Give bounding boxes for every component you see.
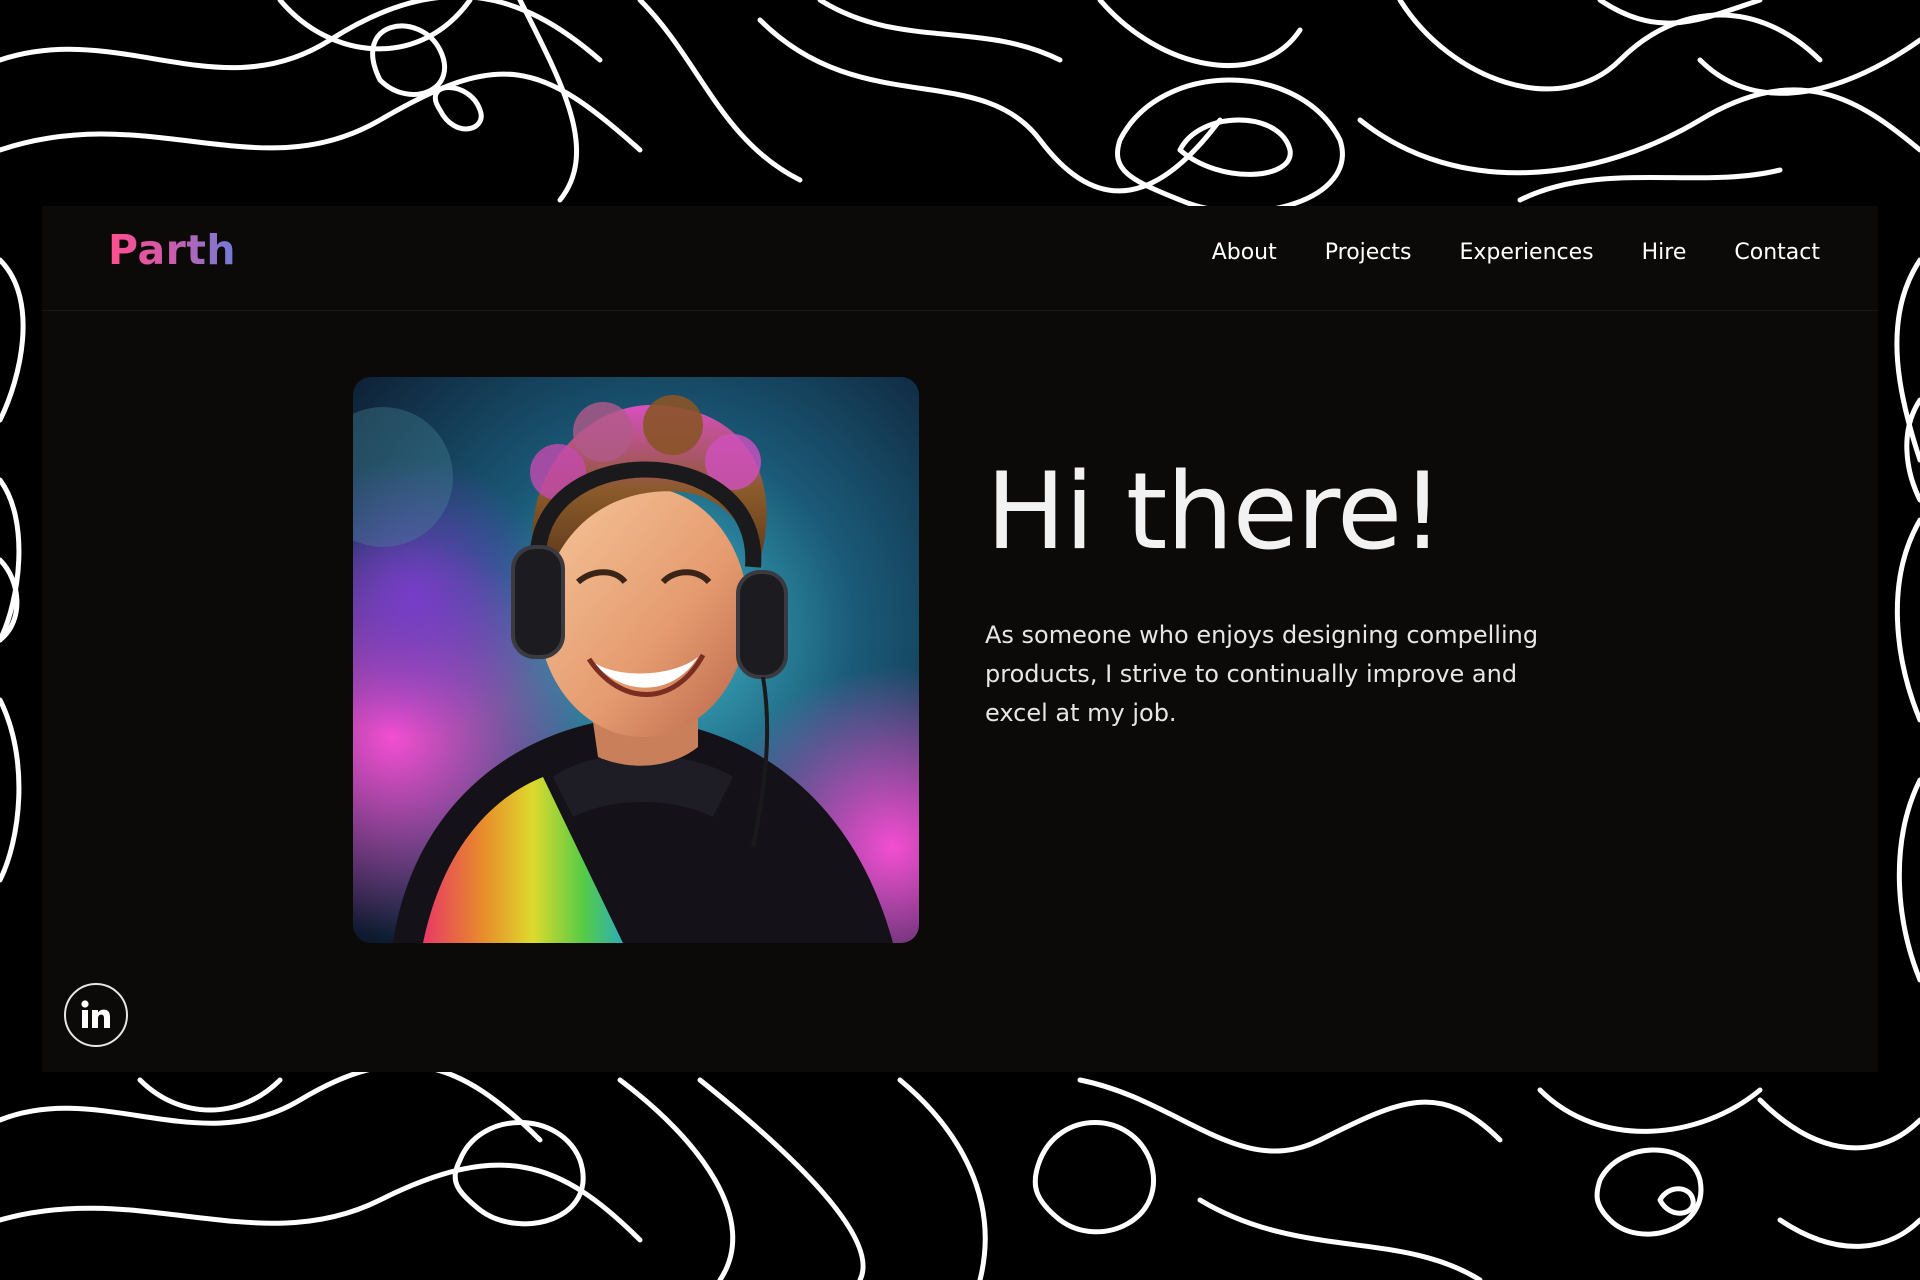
hero-intro-text: As someone who enjoys designing compelli…	[985, 621, 1539, 727]
nav-link-contact[interactable]: Contact	[1734, 240, 1820, 265]
hero-heading: Hi there!	[986, 450, 1444, 573]
linkedin-button[interactable]	[64, 983, 128, 1047]
website-window: Parth About Projects Experiences Hire Co…	[42, 206, 1878, 1072]
nav-link-about[interactable]: About	[1212, 240, 1277, 265]
nav-link-projects[interactable]: Projects	[1325, 240, 1412, 265]
hero-avatar-image	[353, 377, 919, 943]
linkedin-icon	[81, 1000, 110, 1028]
page-canvas: Parth About Projects Experiences Hire Co…	[0, 0, 1920, 1280]
navbar: Parth About Projects Experiences Hire Co…	[42, 206, 1878, 311]
site-logo[interactable]: Parth	[108, 226, 236, 274]
nav-menu: About Projects Experiences Hire Contact	[1212, 240, 1820, 265]
nav-link-experiences[interactable]: Experiences	[1459, 240, 1593, 265]
avatar-illustration	[353, 377, 919, 943]
nav-link-hire[interactable]: Hire	[1642, 240, 1687, 265]
